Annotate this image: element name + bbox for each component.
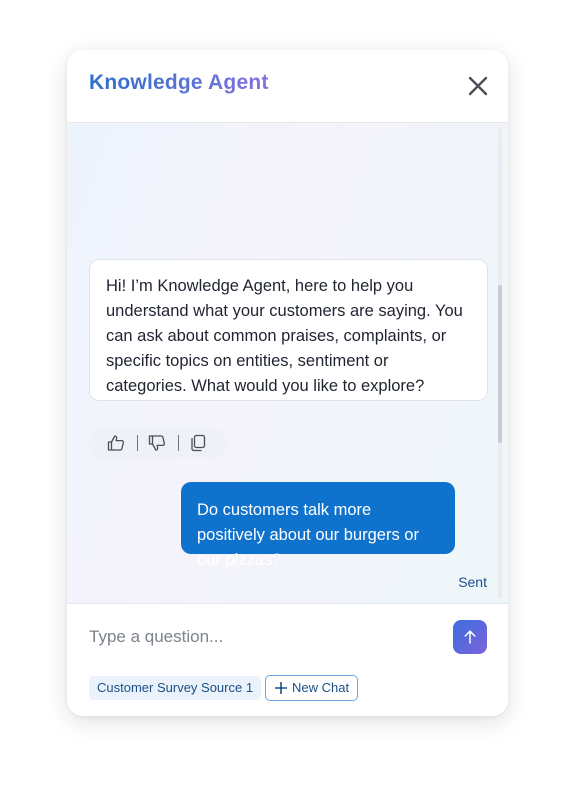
- chat-scrollbar[interactable]: [498, 127, 502, 599]
- composer: Customer Survey Source 1 New Chat: [67, 603, 508, 716]
- agent-message-text: Hi! I’m Knowledge Agent, here to help yo…: [106, 277, 463, 395]
- source-chip[interactable]: Customer Survey Source 1: [89, 676, 262, 700]
- plus-icon: [275, 682, 287, 694]
- chat-messages-area[interactable]: Hi! I’m Knowledge Agent, here to help yo…: [67, 123, 508, 603]
- user-message-text: Do customers talk more positively about …: [197, 501, 419, 569]
- message-status: Sent: [458, 574, 487, 590]
- panel-header: Knowledge Agent: [67, 50, 508, 123]
- feedback-divider: [137, 435, 138, 451]
- copy-icon[interactable]: [189, 434, 207, 452]
- new-chat-label: New Chat: [292, 680, 350, 695]
- knowledge-agent-panel: Knowledge Agent Hi! I’m Knowledge Agent,…: [67, 50, 508, 716]
- question-input[interactable]: [89, 622, 429, 652]
- message-feedback-bar: [89, 427, 227, 459]
- feedback-divider: [178, 435, 179, 451]
- thumbs-up-icon[interactable]: [107, 434, 125, 452]
- user-message-bubble: Do customers talk more positively about …: [181, 482, 455, 569]
- new-chat-button[interactable]: New Chat: [265, 675, 359, 701]
- agent-message-bubble: Hi! I’m Knowledge Agent, here to help yo…: [89, 259, 488, 401]
- scrollbar-thumb[interactable]: [498, 285, 502, 443]
- panel-title: Knowledge Agent: [89, 71, 269, 94]
- send-button[interactable]: [453, 620, 487, 654]
- thumbs-down-icon[interactable]: [148, 434, 166, 452]
- arrow-up-icon: [464, 630, 476, 644]
- close-icon[interactable]: [466, 74, 490, 98]
